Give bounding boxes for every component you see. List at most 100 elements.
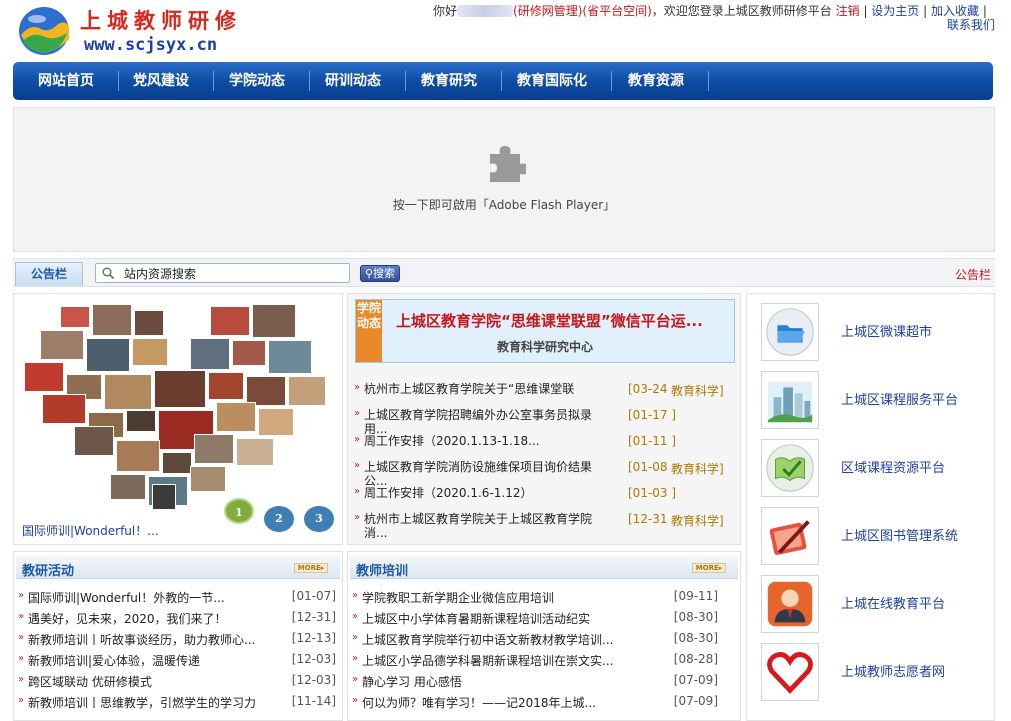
news-date: [01-03 ]	[628, 486, 677, 500]
bullet-icon: »	[18, 674, 25, 685]
list-item[interactable]: » 新教师培训|爱心体验，温暖传递 [12-03]	[18, 652, 336, 672]
nav-research[interactable]: 教育研究	[421, 62, 477, 100]
link-label[interactable]: 上城教师志愿者网	[841, 661, 945, 680]
nav-divider	[405, 71, 406, 91]
news-row[interactable]: » 杭州市上城区教育学院关于“思维课堂联盟”... [03-24 教育科学]	[354, 382, 736, 408]
list-title[interactable]: 教师培训	[356, 560, 408, 579]
link-label[interactable]: 上城在线教育平台	[841, 593, 945, 612]
news-row[interactable]: » 上城区教育学院消防设施维保项目询价结果公... [01-08 教育科学]	[354, 460, 736, 488]
nav-training-news[interactable]: 研训动态	[325, 62, 381, 100]
favorite-link[interactable]: 加入收藏	[931, 4, 979, 18]
link-volunteer[interactable]: 上城教师志愿者网	[747, 643, 994, 711]
flash-placeholder[interactable]: 按一下即可啟用「Adobe Flash Player」	[13, 107, 995, 252]
bullet-icon: »	[352, 653, 359, 664]
list-item-title[interactable]: 学院教职工新学期企业微信应用培训	[362, 589, 614, 606]
search-button-label: 搜索	[373, 267, 396, 280]
bullet-icon: »	[354, 460, 361, 471]
link-label[interactable]: 上城区微课超市	[841, 321, 932, 340]
link-micro-course[interactable]: 上城区微课超市	[747, 303, 994, 371]
manage-link[interactable]: (研修网管理)	[513, 4, 582, 18]
list-item[interactable]: » 新教师培训丨思维教学，引燃学生的学习力 [11-14]	[18, 694, 336, 714]
notice-tab[interactable]: 公告栏	[15, 262, 83, 286]
logout-link[interactable]: 注销	[836, 4, 860, 18]
list-item[interactable]: » 学院教职工新学期企业微信应用培训 [09-11]	[352, 589, 734, 609]
link-label[interactable]: 区域课程资源平台	[841, 457, 945, 476]
news-title[interactable]: 上城区教育学院消防设施维保项目询价结果公...	[364, 460, 596, 488]
bullet-icon: »	[352, 632, 359, 643]
nav-divider	[309, 71, 310, 91]
news-title[interactable]: 上城区教育学院招聘编外办公室事务员拟录用...	[364, 408, 596, 436]
list-item-title[interactable]: 上城区教育学院举行初中语文新教材教学培训...	[362, 631, 614, 648]
list-item[interactable]: » 何以为师？唯有学习！——记2018年上城... [07-09]	[352, 694, 734, 714]
headline-title[interactable]: 上城区教育学院“思维课堂联盟”微信平台运...	[396, 310, 703, 331]
nav-international[interactable]: 教育国际化	[517, 62, 587, 100]
contact-link[interactable]: 联系我们	[947, 18, 995, 32]
set-home-link[interactable]: 设为主页	[871, 4, 919, 18]
list-item[interactable]: » 上城区小学品德学科暑期新课程培训在崇文实... [08-28]	[352, 652, 734, 672]
headline-banner[interactable]: 学院动态 上城区教育学院“思维课堂联盟”微信平台运... 教育科学研究中心	[355, 299, 735, 363]
bullet-icon: »	[352, 611, 359, 622]
list-item[interactable]: » 跨区域联动 优研修模式 [12-03]	[18, 673, 336, 693]
news-row[interactable]: » 上城区教育学院招聘编外办公室事务员拟录用... [01-17 ]	[354, 408, 736, 436]
list-item[interactable]: » 新教师培训丨听故事谈经历，助力教师心... [12-13]	[18, 631, 336, 651]
slide-page-3[interactable]: 3	[304, 506, 334, 532]
list-item-title[interactable]: 跨区域联动 优研修模式	[28, 673, 280, 690]
list-item-title[interactable]: 上城区小学品德学科暑期新课程培训在崇文实...	[362, 652, 614, 669]
photo-slideshow: 国际师训|Wonderful！... 1 2 3	[13, 293, 343, 545]
link-label[interactable]: 上城区图书管理系统	[841, 525, 958, 544]
list-item[interactable]: » 遇美好，见未来，2020，我们来了！ [12-31]	[18, 610, 336, 630]
nav-college-news[interactable]: 学院动态	[229, 62, 285, 100]
link-label[interactable]: 上城区课程服务平台	[841, 389, 958, 408]
nav-home[interactable]: 网站首页	[38, 62, 94, 100]
news-category[interactable]: 教育科学]	[671, 512, 724, 529]
list-item[interactable]: » 上城区教育学院举行初中语文新教材教学培训... [08-30]	[352, 631, 734, 651]
list-item-date: [12-03]	[291, 652, 336, 666]
heart-photo-collage[interactable]	[20, 300, 340, 512]
pen-book-icon	[761, 507, 819, 565]
more-button[interactable]: MORE▸	[692, 563, 726, 573]
site-logo[interactable]: 上城教师研修 www.scjsyx.cn	[14, 3, 416, 61]
greeting: 你好	[433, 4, 458, 18]
list-item[interactable]: » 国际师训|Wonderful！外教的一节... [01-07]	[18, 589, 336, 609]
news-title[interactable]: 周工作安排（2020.1.6-1.12）	[364, 486, 596, 514]
search-box	[95, 263, 350, 283]
link-course-service[interactable]: 上城区课程服务平台	[747, 371, 994, 439]
list-item-date: [08-30]	[673, 631, 718, 645]
list-title[interactable]: 教研活动	[22, 560, 74, 579]
list-item-title[interactable]: 国际师训|Wonderful！外教的一节...	[28, 589, 280, 606]
news-title[interactable]: 周工作安排（2020.1.13-1.18...	[364, 434, 596, 462]
list-item[interactable]: » 上城区中小学体育暑期新课程培训活动纪实 [08-30]	[352, 610, 734, 630]
news-title[interactable]: 杭州市上城区教育学院关于上城区教育学院消...	[364, 512, 596, 540]
news-title[interactable]: 杭州市上城区教育学院关于“思维课堂联盟”...	[364, 382, 596, 396]
list-item-title[interactable]: 新教师培训丨听故事谈经历，助力教师心...	[28, 631, 280, 648]
news-date: [01-11 ]	[628, 434, 677, 448]
link-course-resource[interactable]: 区域课程资源平台	[747, 439, 994, 507]
nav-divider	[213, 71, 214, 91]
slide-page-2[interactable]: 2	[264, 506, 294, 532]
list-item-title[interactable]: 何以为师？唯有学习！——记2018年上城...	[362, 694, 614, 711]
more-button[interactable]: MORE▸	[294, 563, 328, 573]
slide-page-1[interactable]: 1	[224, 498, 254, 524]
list-item-title[interactable]: 上城区中小学体育暑期新课程培训活动纪实	[362, 610, 614, 627]
nav-party[interactable]: 党风建设	[133, 62, 189, 100]
news-row[interactable]: » 杭州市上城区教育学院关于上城区教育学院消... [12-31 教育科学]	[354, 512, 736, 540]
link-online-education[interactable]: 上城在线教育平台	[747, 575, 994, 643]
top-links: 你好 (研修网管理)(省平台空间)，欢迎您登录上城区教师研修平台 注销 | 设为主…	[433, 4, 995, 32]
list-item-title[interactable]: 静心学习 用心感悟	[362, 673, 614, 690]
photo-caption[interactable]: 国际师训|Wonderful！...	[22, 522, 159, 539]
link-library[interactable]: 上城区图书管理系统	[747, 507, 994, 575]
nav-resources[interactable]: 教育资源	[628, 62, 684, 100]
news-category[interactable]: 教育科学]	[671, 460, 724, 477]
logo-url: www.scjsyx.cn	[84, 35, 218, 55]
list-item-title[interactable]: 新教师培训|爱心体验，温暖传递	[28, 652, 280, 669]
news-row[interactable]: » 周工作安排（2020.1.6-1.12） [01-03 ]	[354, 486, 736, 512]
list-item-title[interactable]: 新教师培训丨思维教学，引燃学生的学习力	[28, 694, 280, 711]
list-item[interactable]: » 静心学习 用心感悟 [07-09]	[352, 673, 734, 693]
search-input[interactable]	[124, 265, 344, 281]
list-item-title[interactable]: 遇美好，见未来，2020，我们来了！	[28, 610, 280, 627]
search-button[interactable]: ⚲搜索	[360, 265, 400, 282]
news-date: [03-24	[628, 382, 668, 396]
province-space-link[interactable]: (省平台空间)	[582, 4, 651, 18]
news-row[interactable]: » 周工作安排（2020.1.13-1.18... [01-11 ]	[354, 434, 736, 460]
news-category[interactable]: 教育科学]	[671, 382, 724, 399]
